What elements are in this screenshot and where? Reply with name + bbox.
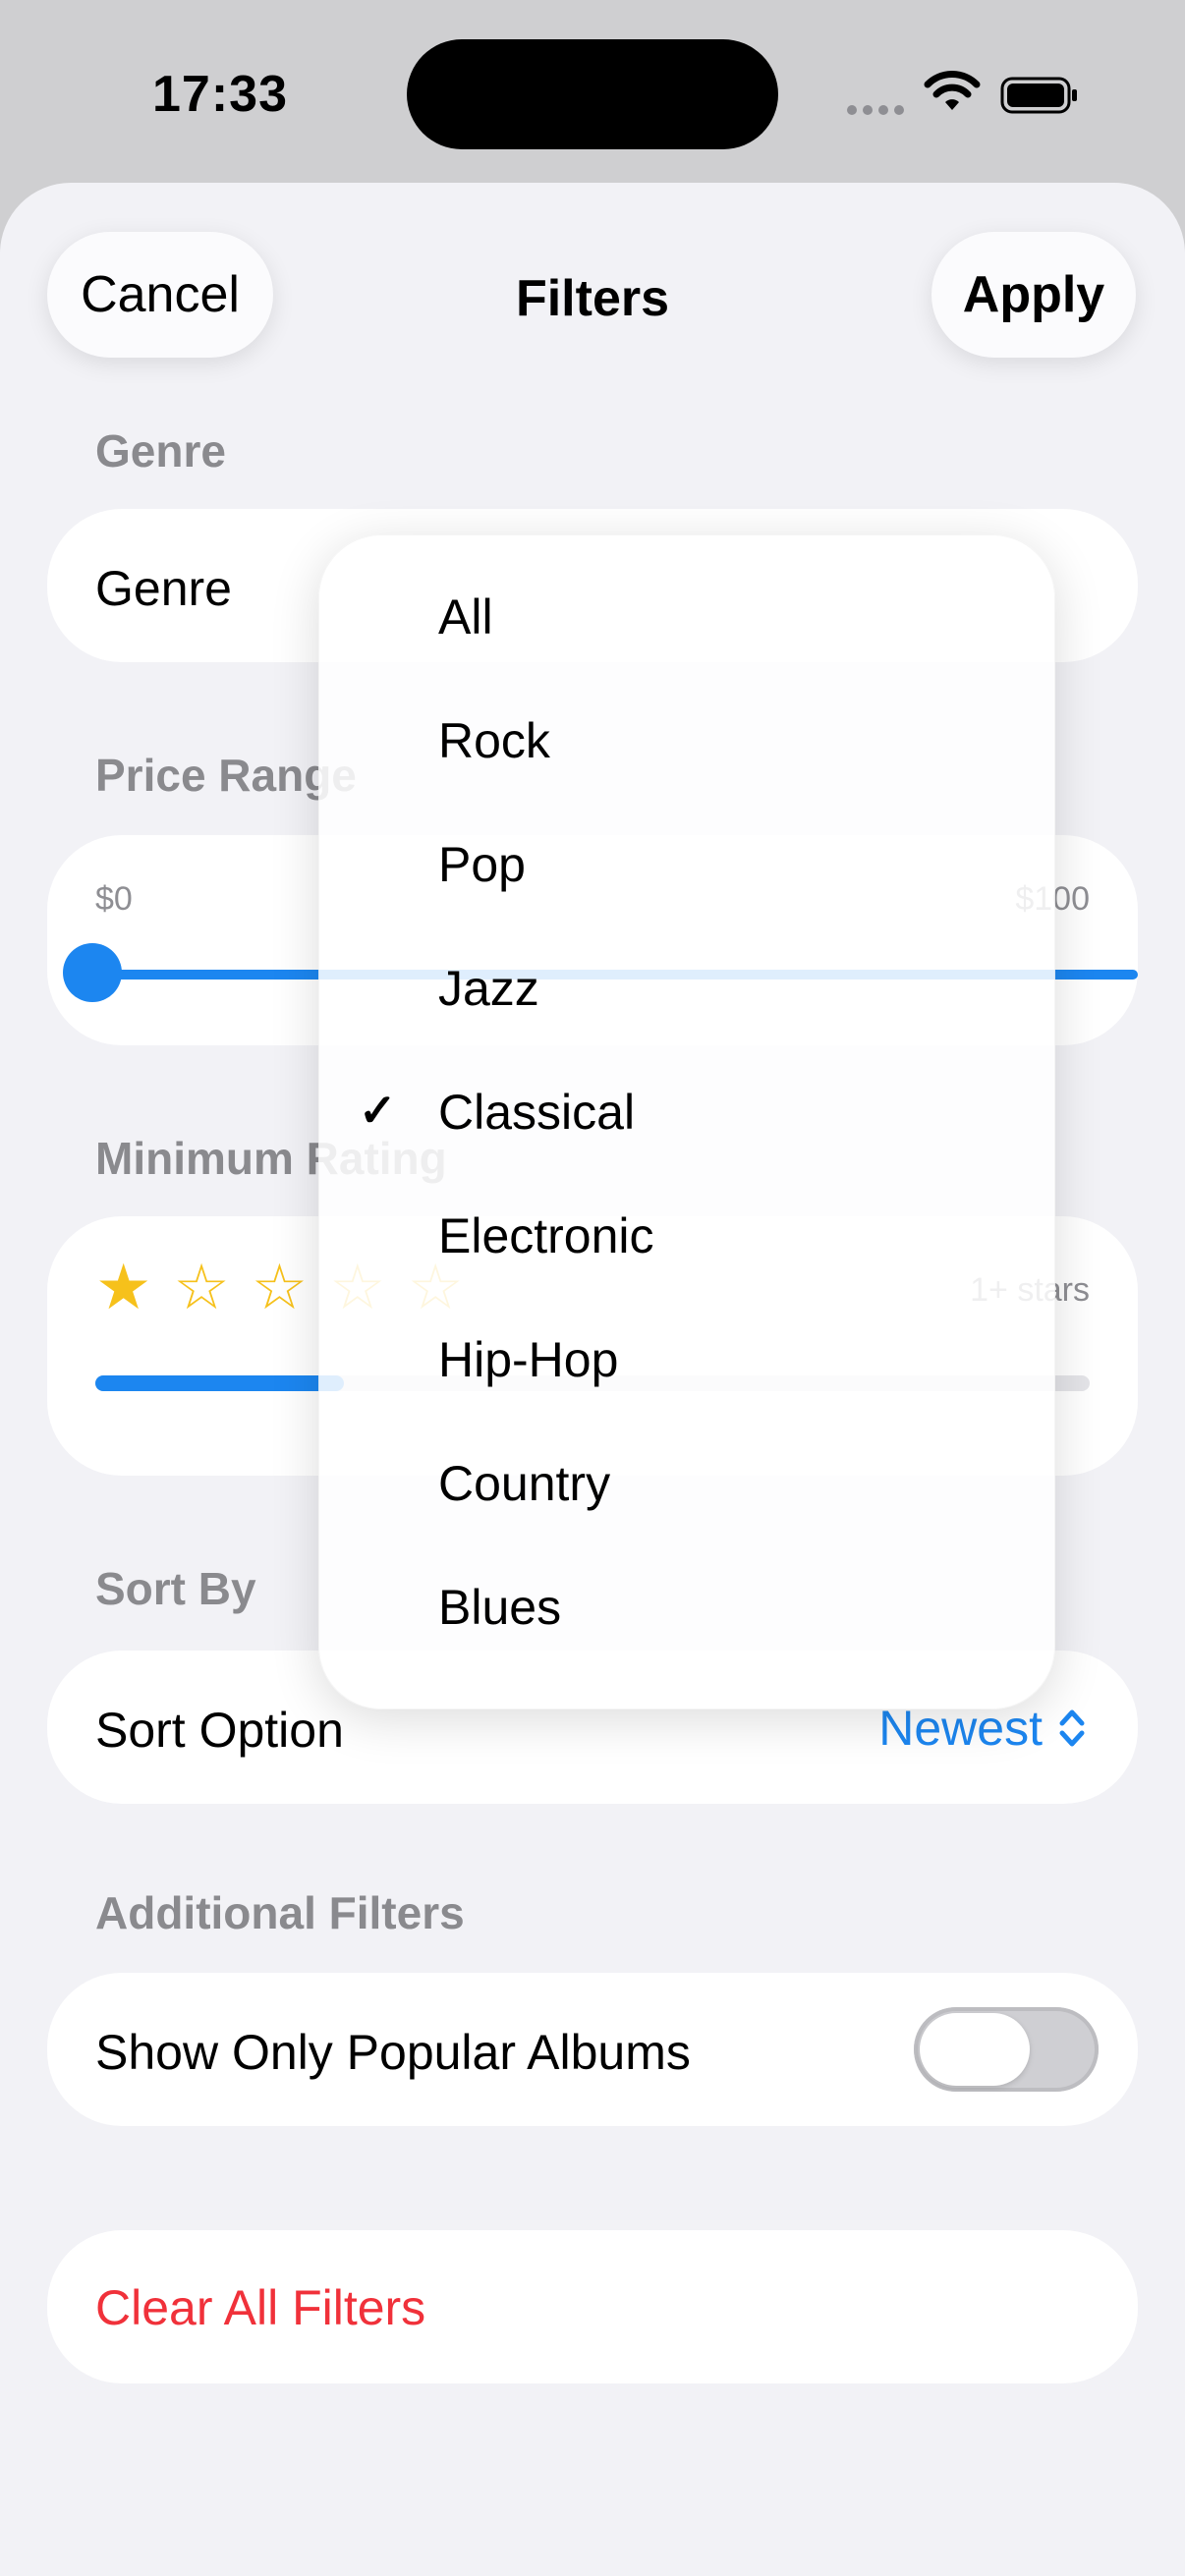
- genre-menu-item-label: All: [438, 589, 493, 644]
- toggle-knob: [920, 2013, 1030, 2086]
- dynamic-island: [407, 39, 778, 149]
- cellular-signal-icon: [847, 102, 910, 120]
- genre-menu-item-label: Rock: [438, 713, 550, 768]
- battery-icon: [1000, 77, 1077, 114]
- sort-section-header: Sort By: [95, 1563, 256, 1614]
- genre-menu-item[interactable]: Jazz: [319, 924, 1054, 1048]
- popular-albums-row: Show Only Popular Albums: [47, 1973, 1138, 2126]
- genre-menu-item-label: Jazz: [438, 961, 539, 1016]
- genre-section-header: Genre: [95, 425, 226, 476]
- genre-menu-item[interactable]: Pop: [319, 801, 1054, 924]
- genre-menu-item[interactable]: Rock: [319, 677, 1054, 801]
- genre-menu-item-label: Pop: [438, 837, 526, 892]
- genre-row-label: Genre: [95, 561, 232, 616]
- wifi-icon: [924, 71, 981, 110]
- popular-albums-toggle[interactable]: [914, 2007, 1099, 2092]
- price-min-label: $0: [95, 880, 133, 918]
- status-time: 17:33: [152, 66, 288, 123]
- genre-menu-item-label: Electronic: [438, 1208, 654, 1263]
- additional-section-header: Additional Filters: [95, 1887, 465, 1938]
- genre-menu-item[interactable]: Hip-Hop: [319, 1296, 1054, 1420]
- checkmark-icon: ✓: [359, 1085, 397, 1136]
- genre-menu-item[interactable]: ✓ Classical: [319, 1048, 1054, 1172]
- genre-menu-item[interactable]: Country: [319, 1420, 1054, 1543]
- apply-button[interactable]: Apply: [931, 232, 1136, 358]
- chevron-up-down-icon: [1059, 1709, 1085, 1747]
- status-bar: 17:33: [0, 0, 1185, 187]
- sort-row-label: Sort Option: [95, 1703, 344, 1758]
- genre-menu-item[interactable]: Blues: [319, 1543, 1054, 1667]
- rating-slider-fill: [95, 1375, 344, 1391]
- star-empty-icon[interactable]: ☆: [173, 1256, 229, 1318]
- star-empty-icon[interactable]: ☆: [252, 1256, 308, 1318]
- star-filled-icon[interactable]: ★: [95, 1256, 151, 1318]
- clear-all-filters-button[interactable]: Clear All Filters: [47, 2230, 1138, 2383]
- genre-menu-item-label: Classical: [438, 1085, 636, 1140]
- genre-dropdown-menu: All Rock Pop Jazz ✓ Classical Electronic Hip-Ho…: [318, 534, 1055, 1709]
- clear-all-filters-label: Clear All Filters: [95, 2280, 426, 2335]
- genre-menu-item-label: Blues: [438, 1580, 562, 1635]
- popular-albums-label: Show Only Popular Albums: [95, 2025, 691, 2080]
- price-min-thumb[interactable]: [63, 943, 122, 1002]
- genre-menu-item-label: Hip-Hop: [438, 1332, 619, 1387]
- genre-menu-item[interactable]: All: [319, 553, 1054, 677]
- genre-menu-item-label: Country: [438, 1456, 611, 1511]
- genre-menu-item[interactable]: Electronic: [319, 1172, 1054, 1296]
